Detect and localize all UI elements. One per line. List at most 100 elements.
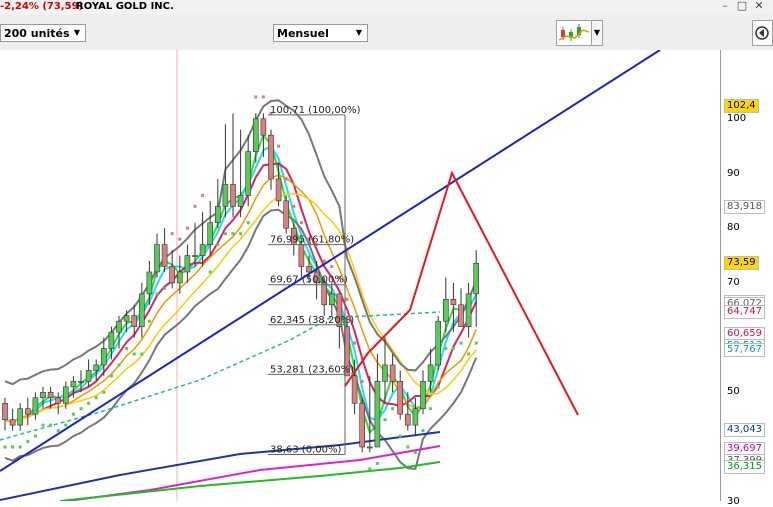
candle-body: [404, 413, 411, 426]
title-bar: -2,24% (73,59) ROYAL GOLD INC. – □ ✕: [0, 0, 773, 15]
fib-level-label: 76,995 (61,80%): [270, 235, 354, 246]
candle-body: [465, 293, 472, 327]
candle-body: [328, 293, 335, 306]
candle-body: [161, 244, 168, 267]
units-select[interactable]: 200 unités ▼: [0, 24, 86, 42]
minimize-button[interactable]: –: [718, 0, 732, 13]
candle-body: [116, 320, 122, 333]
candle-body: [40, 391, 46, 399]
candle-body: [450, 299, 457, 306]
candle-body: [70, 381, 77, 388]
candle-body: [108, 331, 115, 349]
sar-dot: [413, 450, 417, 454]
sar-dot: [375, 461, 379, 465]
price-axis[interactable]: 100908070504030 102,483,91873,5966,43866…: [720, 50, 773, 507]
candle-body: [62, 386, 69, 404]
sar-dot: [193, 204, 197, 208]
sar-dot: [170, 232, 174, 236]
candle-body: [177, 271, 183, 284]
price-tick-label: 30: [727, 495, 740, 507]
sar-dot: [353, 341, 357, 345]
chevron-down-icon: ▼: [593, 28, 601, 37]
candle-body: [351, 375, 358, 404]
candle-body: [389, 364, 396, 382]
sar-dot: [223, 232, 227, 236]
sar-dot: [109, 374, 113, 378]
sar-dot: [64, 423, 68, 427]
candle-body: [359, 402, 366, 448]
chart-canvas[interactable]: 100,71 (100,00%) 76,995 (61,80%) 69,67 (50…: [0, 50, 720, 501]
indicator-button[interactable]: [556, 20, 592, 46]
chart-nav-button[interactable]: [752, 20, 773, 46]
maximize-button[interactable]: □: [735, 0, 749, 13]
sar-dot: [474, 341, 478, 345]
price-chart[interactable]: 100,71 (100,00%) 76,995 (61,80%) 69,67 (50…: [0, 50, 720, 501]
sar-dot: [429, 407, 433, 411]
candle-body: [253, 118, 259, 152]
candle-body: [146, 271, 153, 295]
sar-dot: [421, 429, 425, 433]
sar-dot: [406, 445, 410, 449]
candle-body: [382, 364, 388, 382]
candle-body: [2, 402, 8, 420]
price-tag: 64,747: [724, 304, 765, 319]
sar-dot: [277, 144, 281, 148]
sar-dot: [398, 434, 402, 438]
sar-dot: [33, 434, 37, 438]
candle-body: [154, 244, 160, 273]
candle-body: [435, 320, 442, 366]
sar-dot: [79, 407, 83, 411]
sar-dot: [254, 95, 258, 99]
chevron-down-icon: ▼: [73, 28, 81, 37]
sar-dot: [132, 352, 136, 356]
candle-body: [184, 255, 191, 273]
sar-dot: [11, 445, 15, 449]
fib-level-label: 69,67 (50,00%): [270, 275, 348, 286]
fib-level-label: 53,281 (23,60%): [270, 364, 354, 375]
sar-dot: [451, 347, 455, 351]
candle-body: [397, 381, 404, 415]
candle-body: [458, 304, 464, 327]
sar-dot: [185, 226, 189, 230]
close-button[interactable]: ✕: [752, 0, 766, 13]
price-tick-label: 80: [727, 222, 740, 234]
candle-body: [24, 408, 31, 415]
candle-body: [268, 134, 274, 180]
sar-dot: [140, 352, 144, 356]
ma-long-green-line: [59, 461, 441, 501]
price-tag: 73,59: [724, 256, 759, 271]
sar-dot: [125, 347, 129, 351]
sar-dot: [18, 445, 22, 449]
period-select-label: Mensuel: [277, 27, 329, 40]
candle-body: [230, 184, 236, 207]
candle-body: [260, 118, 267, 136]
candle-body: [473, 262, 480, 295]
candle-body: [306, 266, 312, 273]
candle-body: [47, 391, 54, 399]
period-select[interactable]: Mensuel ▼: [273, 24, 368, 42]
sar-dot: [436, 385, 440, 389]
candle-body: [192, 255, 198, 257]
candle-body: [9, 419, 16, 426]
candle-body: [131, 315, 137, 327]
sar-dot: [163, 286, 167, 290]
sar-dot: [56, 429, 60, 433]
candle-body: [420, 381, 426, 410]
sar-dot: [383, 418, 387, 422]
sar-dot: [41, 423, 45, 427]
units-select-label: 200 unités: [4, 27, 70, 40]
candle-body: [283, 200, 290, 229]
fib-level-label: 38,63 (0,00%): [270, 444, 341, 455]
sar-dot: [216, 243, 220, 247]
sar-dot: [322, 259, 326, 263]
sar-dot: [459, 341, 463, 345]
chart-navigation-icon: [755, 26, 769, 40]
candle-body: [169, 266, 175, 284]
sar-dot: [26, 440, 30, 444]
sar-dot: [467, 352, 471, 356]
candle-body: [139, 293, 145, 327]
bollinger-lower-line: [4, 208, 478, 470]
candle-body: [93, 364, 99, 371]
indicator-dropdown[interactable]: ▼: [592, 20, 603, 46]
candle-body: [215, 206, 221, 224]
